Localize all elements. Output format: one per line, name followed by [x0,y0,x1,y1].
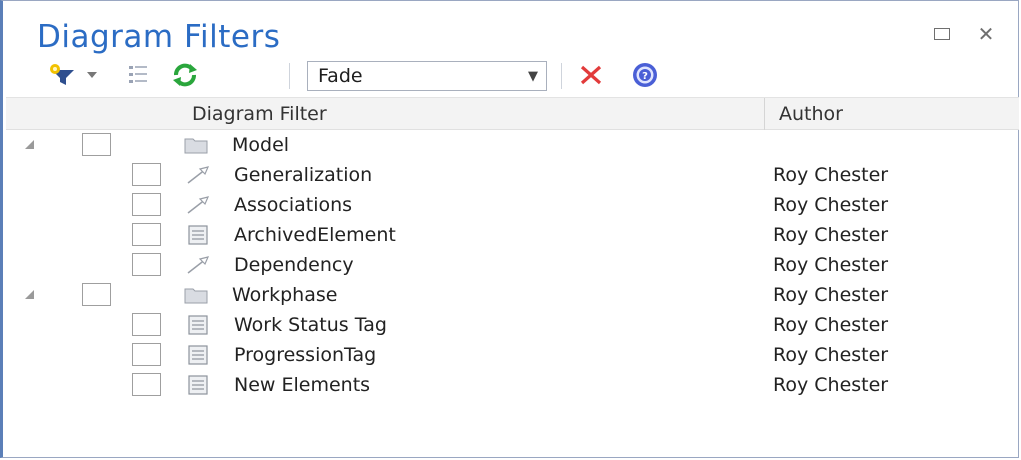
restore-icon [934,28,950,40]
tree-row-progressiontag[interactable]: ProgressionTag Roy Chester [6,340,1019,370]
column-header: Diagram Filter Author [6,97,1019,130]
tree-row-label: Associations [234,194,353,216]
tree-row-author: Roy Chester [773,374,889,396]
toolbar-separator [561,63,562,89]
close-button[interactable]: ✕ [971,19,1001,49]
tree-row-new-elements[interactable]: New Elements Roy Chester [6,370,1019,400]
row-checkbox[interactable] [82,133,111,156]
folder-icon [184,288,208,304]
tree-row-model[interactable]: Model [6,130,1019,160]
expand-collapse-icon[interactable] [25,140,34,149]
filter-document-icon [188,375,208,395]
new-filter-button[interactable] [43,59,83,91]
row-checkbox[interactable] [132,373,161,396]
tree-row-archivedelement[interactable]: ArchivedElement Roy Chester [6,220,1019,250]
row-checkbox[interactable] [132,193,161,216]
check-list-button[interactable] [119,59,159,91]
filter-mode-select[interactable]: Fade ▼ [307,61,547,91]
tree-row-workphase[interactable]: Workphase Roy Chester [6,280,1019,310]
refresh-button[interactable] [165,59,205,91]
tree-row-author: Roy Chester [773,164,889,186]
restore-button[interactable] [927,19,957,49]
column-divider[interactable] [764,98,765,130]
chevron-down-icon: ▼ [528,68,538,84]
tree-row-label: Generalization [234,164,373,186]
window-title: Diagram Filters [37,19,281,55]
row-checkbox[interactable] [82,283,111,306]
tree-row-author: Roy Chester [773,344,889,366]
close-icon: ✕ [977,22,995,46]
row-checkbox[interactable] [132,223,161,246]
tree-row-author: Roy Chester [773,314,889,336]
column-header-author[interactable]: Author [779,98,843,130]
checklist-icon [129,66,147,83]
tree-row-author: Roy Chester [773,224,889,246]
filter-mode-value: Fade [318,65,363,87]
tree-row-author: Roy Chester [773,194,889,216]
tree-row-author: Roy Chester [773,254,889,276]
new-filter-dropdown[interactable] [83,59,101,91]
expand-collapse-icon[interactable] [25,290,34,299]
tree-row-generalization[interactable]: Generalization Roy Chester [6,160,1019,190]
filter-document-icon [188,225,208,245]
tree-row-label: Work Status Tag [234,314,387,336]
diagram-filters-window: Diagram Filters ✕ Fade ▼ ? Diagram Filte… [0,0,1019,458]
delete-button[interactable] [571,59,611,91]
tree-row-label: New Elements [234,374,371,396]
row-checkbox[interactable] [132,163,161,186]
row-checkbox[interactable] [132,313,161,336]
refresh-icon [173,63,197,87]
tree-row-associations[interactable]: Associations Roy Chester [6,190,1019,220]
connector-icon [187,196,210,214]
tree-row-label: ProgressionTag [234,344,377,366]
tree-row-label: Workphase [232,284,338,306]
tree-row-label: Model [232,134,290,156]
toolbar-separator [289,63,290,89]
tree-row-author: Roy Chester [773,284,889,306]
row-checkbox[interactable] [132,343,161,366]
help-icon: ? [633,63,657,87]
tree-row-work-status-tag[interactable]: Work Status Tag Roy Chester [6,310,1019,340]
connector-icon [187,166,210,184]
row-checkbox[interactable] [132,253,161,276]
svg-text:?: ? [642,71,648,82]
column-header-diagram-filter[interactable]: Diagram Filter [192,98,327,130]
tree-row-dependency[interactable]: Dependency Roy Chester [6,250,1019,280]
delete-icon [580,65,602,85]
filter-document-icon [188,315,208,335]
tree-row-label: Dependency [234,254,354,276]
help-button[interactable]: ? [625,59,665,91]
chevron-down-icon [87,72,97,78]
toolbar: Fade ▼ ? [35,59,1015,91]
folder-icon [184,138,208,154]
tree-row-label: ArchivedElement [234,224,396,246]
filter-tree: Model Generalization Roy Chester Associa… [6,130,1019,400]
filter-document-icon [188,345,208,365]
connector-icon [187,256,210,274]
new-filter-icon [50,64,74,85]
